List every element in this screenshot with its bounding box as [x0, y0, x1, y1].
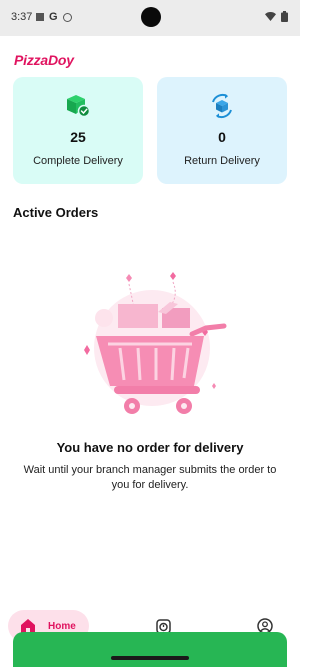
status-time: 3:37: [11, 11, 33, 23]
google-g-icon: G: [49, 11, 58, 23]
wifi-icon: [265, 12, 276, 21]
nav-home-label: Home: [48, 620, 76, 632]
status-icons-right: [265, 11, 288, 22]
gesture-bar: [111, 656, 189, 660]
status-bar: 3:37 G: [0, 0, 300, 36]
status-icons-left: G: [36, 11, 72, 23]
camera-cutout: [141, 7, 161, 27]
empty-cart-illustration: [84, 272, 227, 414]
battery-icon: [281, 11, 288, 22]
notification-square-icon: [36, 13, 44, 21]
brand-logo: PizzaDoy: [14, 52, 74, 68]
return-delivery-card[interactable]: 0 Return Delivery: [157, 77, 287, 184]
box-check-icon: [67, 95, 91, 118]
empty-state-title: You have no order for delivery: [56, 440, 244, 455]
complete-delivery-card[interactable]: 25 Complete Delivery: [13, 77, 143, 184]
complete-delivery-count: 25: [70, 129, 86, 145]
status-circle-icon: [62, 12, 72, 22]
return-delivery-count: 0: [218, 129, 226, 145]
return-delivery-label: Return Delivery: [184, 155, 260, 167]
empty-state-description: Wait until your branch manager submits t…: [23, 464, 277, 491]
box-return-icon: [212, 93, 232, 119]
complete-delivery-label: Complete Delivery: [33, 155, 123, 167]
primary-action-button[interactable]: [13, 632, 287, 667]
active-orders-heading: Active Orders: [13, 205, 99, 220]
